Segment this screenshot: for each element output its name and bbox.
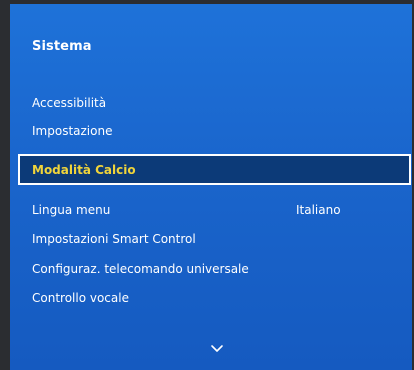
menu-item-configuraz-telecomando[interactable]: Configuraz. telecomando universale	[32, 261, 249, 277]
menu-item-accessibilita[interactable]: Accessibilità	[32, 95, 106, 111]
menu-item-impostazioni-smart-control[interactable]: Impostazioni Smart Control	[32, 231, 196, 247]
chevron-down-icon[interactable]	[210, 343, 224, 353]
menu-item-label: Modalità Calcio	[32, 163, 136, 177]
menu-item-modalita-calcio[interactable]: Modalità Calcio	[18, 154, 411, 185]
lingua-menu-value: Italiano	[296, 203, 341, 217]
menu-item-controllo-vocale[interactable]: Controllo vocale	[32, 290, 129, 306]
menu-item-lingua-menu[interactable]: Lingua menu	[32, 202, 110, 218]
tv-screen: Sistema Accessibilità Impostazione Modal…	[0, 0, 414, 370]
menu-item-impostazione[interactable]: Impostazione	[32, 123, 112, 139]
system-menu-panel: Sistema Accessibilità Impostazione Modal…	[10, 4, 412, 370]
menu-title: Sistema	[32, 39, 92, 54]
